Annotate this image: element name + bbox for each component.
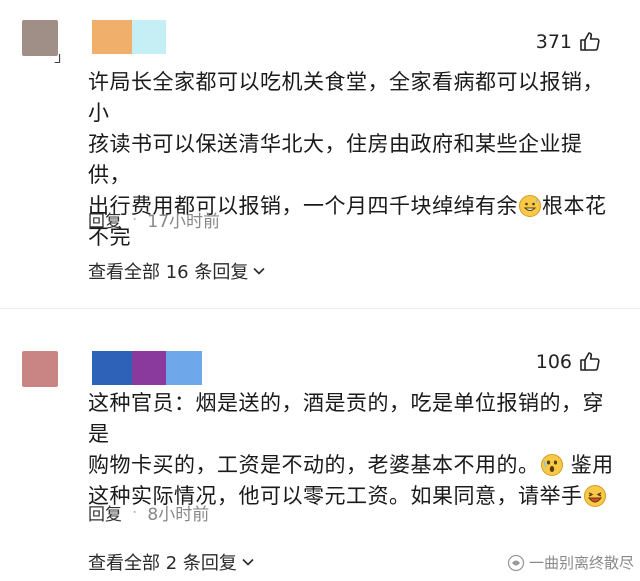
view-all-replies-link[interactable]: 查看全部 16 条回复 bbox=[88, 258, 266, 284]
like-button[interactable]: 106 bbox=[536, 350, 602, 374]
username-redacted[interactable] bbox=[92, 351, 132, 385]
comment-line: 许局长全家都可以吃机关食堂，全家看病都可以报销，小 bbox=[88, 70, 604, 125]
comment-meta: 回复 · 17小时前 bbox=[88, 207, 221, 233]
laughing-emoji-icon bbox=[583, 485, 606, 507]
like-count: 371 bbox=[535, 31, 572, 53]
view-all-replies-label: 查看全部 16 条回复 bbox=[88, 262, 249, 283]
divider: · bbox=[132, 502, 138, 523]
view-all-replies-label: 查看全部 2 条回复 bbox=[88, 553, 237, 574]
grin-sweat-emoji-icon bbox=[519, 195, 541, 217]
shocked-emoji-icon bbox=[540, 454, 563, 476]
username-redacted[interactable] bbox=[92, 20, 132, 54]
avatar-badge-icon: ᒧ bbox=[54, 52, 62, 66]
like-count: 106 bbox=[535, 351, 572, 373]
username-redacted[interactable] bbox=[132, 20, 166, 54]
comment-text: 这种官员：烟是送的，酒是贡的，吃是单位报销的，穿是 购物卡买的，工资是不动的，老… bbox=[88, 388, 618, 512]
like-button[interactable]: 371 bbox=[536, 30, 602, 54]
timestamp: 17小时前 bbox=[147, 212, 221, 232]
reply-button[interactable]: 回复 bbox=[88, 207, 122, 232]
comment-line: 购物卡买的，工资是不动的，老婆基本不用的。 鉴用 bbox=[88, 453, 614, 477]
comment-meta: 回复 · 8小时前 bbox=[88, 500, 210, 526]
username-redacted[interactable] bbox=[166, 351, 202, 385]
username-redacted[interactable] bbox=[132, 351, 166, 385]
chevron-down-icon bbox=[242, 558, 254, 566]
thumbs-up-icon bbox=[580, 32, 600, 51]
comment-line: 这种官员：烟是送的，酒是贡的，吃是单位报销的，穿是 bbox=[88, 391, 604, 446]
comment-separator bbox=[0, 308, 640, 309]
watermark: 一曲别离终散尽 bbox=[507, 552, 634, 573]
divider: · bbox=[132, 209, 138, 230]
avatar[interactable] bbox=[22, 20, 58, 56]
watermark-text: 一曲别离终散尽 bbox=[528, 554, 634, 572]
watermark-logo-icon bbox=[507, 554, 525, 571]
comment-line: 孩读书可以保送清华北大，住房由政府和某些企业提供， bbox=[88, 132, 583, 187]
thumbs-up-icon bbox=[580, 352, 600, 371]
timestamp: 8小时前 bbox=[147, 505, 210, 525]
view-all-replies-link[interactable]: 查看全部 2 条回复 bbox=[88, 549, 255, 575]
reply-button[interactable]: 回复 bbox=[88, 500, 122, 525]
avatar[interactable] bbox=[22, 351, 58, 387]
chevron-down-icon bbox=[253, 267, 265, 275]
